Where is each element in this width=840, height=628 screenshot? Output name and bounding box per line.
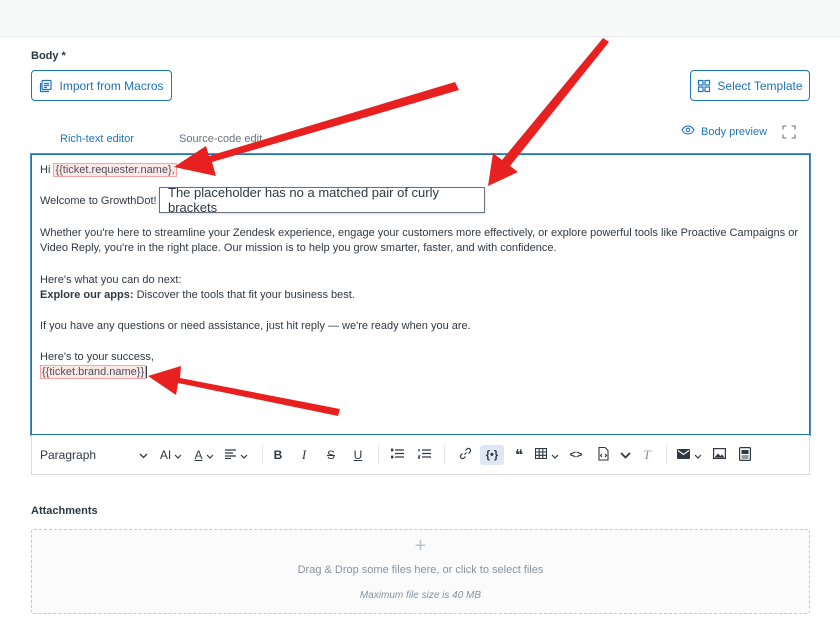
media-embed-button[interactable] (736, 445, 754, 465)
paragraph-format-select[interactable]: Paragraph (40, 445, 148, 465)
dropzone-instructions: Drag & Drop some files here, or click to… (297, 564, 544, 576)
select-template-button[interactable]: Select Template (690, 70, 810, 101)
select-template-label: Select Template (717, 78, 803, 93)
source-file-icon (598, 446, 610, 464)
italic-button[interactable]: I (294, 445, 314, 465)
attachments-label: Attachments (31, 505, 98, 517)
image-icon (712, 448, 726, 462)
font-color-dropdown[interactable]: A (190, 445, 218, 465)
font-color-icon: A (194, 448, 203, 462)
explore-bold-text: Explore our apps: (40, 289, 134, 301)
placeholder-error-tooltip: The placeholder has no a matched pair of… (159, 185, 485, 215)
grid-icon (697, 79, 711, 93)
body-preview-button[interactable]: Body preview (681, 125, 767, 138)
toolbar-divider (666, 445, 667, 465)
body-label: Body * (31, 50, 66, 62)
envelope-icon (676, 448, 690, 462)
chevron-down-icon (174, 448, 182, 462)
closing-line: Here's to your success, (40, 351, 154, 363)
bulleted-list-button[interactable] (387, 445, 407, 465)
numbered-list-button[interactable] (414, 445, 434, 465)
welcome-line: Welcome to GrowthDot! (40, 195, 157, 207)
code-button[interactable]: <> (567, 445, 585, 465)
greeting-prefix: Hi (40, 164, 54, 176)
media-embed-icon (739, 446, 752, 464)
chevron-down-icon (551, 448, 559, 462)
chevron-down-icon (139, 448, 148, 462)
eye-icon (681, 125, 695, 138)
requester-name-placeholder[interactable]: {{ticket.requester.name}, (53, 163, 177, 177)
macro-icon (39, 79, 53, 93)
toolbar-divider (444, 445, 445, 465)
clear-formatting-button[interactable]: T (638, 445, 656, 465)
explore-rest-text: Discover the tools that fit your busines… (133, 289, 355, 301)
numbered-list-icon (416, 448, 431, 462)
brand-name-placeholder[interactable]: {{ticket.brand.name}} (40, 365, 147, 379)
font-size-dropdown[interactable]: AI (156, 445, 186, 465)
insert-image-button[interactable] (710, 445, 728, 465)
brand-line: {{ticket.brand.name}} (40, 365, 148, 379)
paragraph-line-1: Whether you're here to streamline your Z… (40, 227, 799, 239)
paragraph-line-2: Video Reply, you're in the right place. … (40, 242, 557, 254)
toolbar-divider (378, 445, 379, 465)
editor-toolbar: Paragraph AI A B I S U {•} ❝ <> T (31, 435, 810, 475)
chevron-down-icon (206, 448, 214, 462)
tab-source-code-editor[interactable]: Source-code edit (179, 133, 269, 155)
insert-placeholder-button[interactable]: {•} (480, 445, 504, 465)
tab-rich-text-editor[interactable]: Rich-text editor (38, 133, 156, 155)
table-dropdown[interactable] (532, 445, 562, 465)
next-steps-line: Here's what you can do next: (40, 274, 182, 286)
file-dropzone[interactable]: + Drag & Drop some files here, or click … (31, 529, 810, 614)
source-file-button[interactable] (594, 445, 614, 465)
chevron-down-icon (619, 448, 631, 462)
email-insert-dropdown[interactable] (674, 445, 704, 465)
plus-icon: + (414, 535, 427, 557)
align-dropdown[interactable] (221, 445, 251, 465)
align-left-icon (224, 448, 236, 462)
fullscreen-icon[interactable] (781, 124, 797, 140)
bold-button[interactable]: B (268, 445, 288, 465)
body-preview-label: Body preview (701, 125, 768, 138)
top-bar (0, 0, 840, 37)
paragraph-format-label: Paragraph (40, 448, 97, 462)
max-file-size-note: Maximum file size is 40 MB (359, 590, 482, 601)
greeting-line: Hi {{ticket.requester.name}, (40, 163, 177, 177)
underline-button[interactable]: U (348, 445, 368, 465)
import-from-macros-button[interactable]: Import from Macros (31, 70, 172, 101)
toolbar-divider (262, 445, 263, 465)
strikethrough-button[interactable]: S (321, 445, 341, 465)
font-size-icon: AI (159, 448, 172, 462)
more-chevron-button[interactable] (617, 445, 633, 465)
import-from-macros-label: Import from Macros (59, 78, 164, 93)
bulleted-list-icon (390, 448, 404, 462)
questions-line: If you have any questions or need assist… (40, 320, 471, 332)
table-icon (534, 447, 548, 462)
explore-line: Explore our apps: Discover the tools tha… (40, 289, 355, 301)
link-icon (459, 447, 472, 463)
text-caret (146, 366, 148, 379)
chevron-down-icon (694, 448, 702, 462)
chevron-down-icon (240, 448, 248, 462)
link-button[interactable] (455, 445, 475, 465)
blockquote-button[interactable]: ❝ (510, 445, 528, 465)
